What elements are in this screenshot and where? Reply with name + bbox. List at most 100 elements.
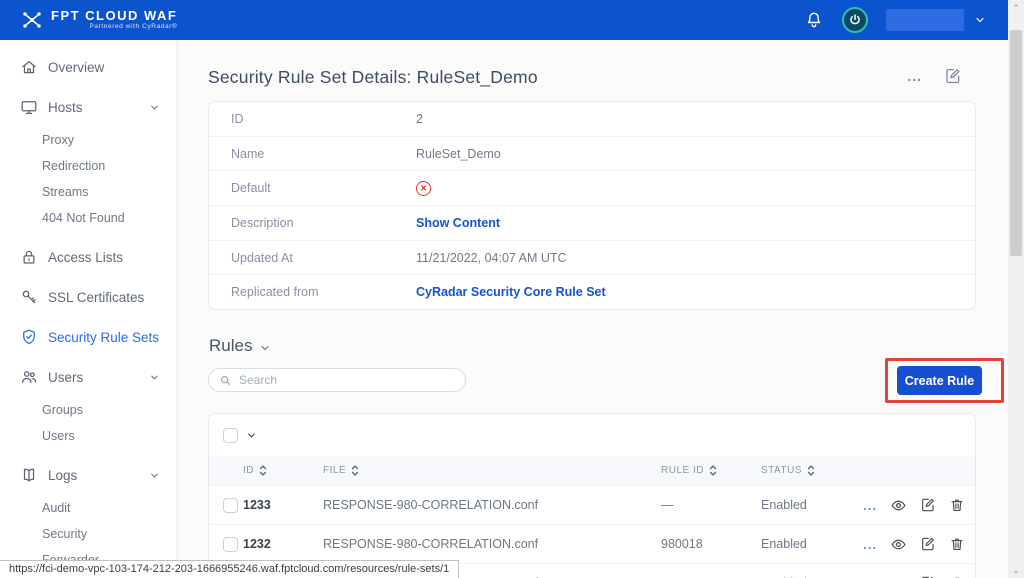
show-content-link[interactable]: Show Content (416, 216, 500, 230)
chevron-down-icon (259, 342, 271, 354)
view-rule-icon[interactable] (890, 575, 907, 578)
row-more-button[interactable]: ... (863, 498, 877, 513)
column-header-file[interactable]: FILE (323, 464, 661, 477)
ruleset-details-card: ID 2 Name RuleSet_Demo Default ✕ Descrip… (208, 101, 976, 310)
sidebar-item-access-lists[interactable]: Access Lists (0, 237, 176, 277)
bulk-actions-chevron-icon[interactable] (246, 430, 257, 441)
sort-icon (351, 464, 359, 477)
detail-row-updated-at: Updated At 11/21/2022, 04:07 AM UTC (209, 241, 975, 276)
view-rule-icon[interactable] (890, 536, 907, 553)
sort-icon (807, 464, 815, 477)
home-icon (20, 58, 38, 76)
more-options-button[interactable]: ... (907, 68, 922, 84)
logo-title: FPT CLOUD WAF (51, 9, 177, 22)
sidebar-item-label: Proxy (42, 133, 74, 147)
column-label: FILE (323, 465, 346, 476)
page-title: Security Rule Set Details: RuleSet_Demo (208, 67, 538, 88)
lock-icon (20, 248, 38, 266)
user-account-menu[interactable] (886, 9, 986, 31)
edit-ruleset-icon[interactable] (944, 67, 962, 85)
sidebar-item-users-group[interactable]: Users (0, 357, 176, 397)
column-label: RULE ID (661, 465, 704, 476)
row-checkbox[interactable] (223, 537, 238, 552)
logo-subtitle: Partnered with CyRadar® (51, 24, 177, 31)
rules-table-card: ID FILE RULE ID STATUS 1233 RESPONSE-980… (208, 413, 976, 578)
detail-label: Updated At (231, 251, 416, 265)
sidebar-item-logs[interactable]: Logs (0, 455, 176, 495)
column-header-rule-id[interactable]: RULE ID (661, 464, 761, 477)
notification-bell-icon[interactable] (804, 10, 824, 30)
shield-check-icon (20, 328, 38, 346)
sidebar-item-groups[interactable]: Groups (0, 397, 176, 423)
search-input[interactable] (239, 373, 455, 387)
chevron-down-icon (149, 102, 160, 113)
top-header-bar: FPT CLOUD WAF Partnered with CyRadar® (0, 0, 1008, 40)
sidebar-item-label: Streams (42, 185, 89, 199)
sidebar-item-proxy[interactable]: Proxy (0, 127, 176, 153)
column-header-id[interactable]: ID (243, 464, 323, 477)
row-checkbox[interactable] (223, 498, 238, 513)
power-logout-button[interactable] (842, 7, 868, 33)
default-false-icon: ✕ (416, 181, 431, 196)
scroll-up-icon[interactable]: ⌃ (1012, 0, 1020, 16)
detail-label: Default (231, 181, 416, 195)
delete-rule-icon[interactable] (949, 536, 965, 552)
detail-row-id: ID 2 (209, 102, 975, 137)
replicated-from-link[interactable]: CyRadar Security Core Rule Set (416, 285, 606, 299)
sidebar-item-streams[interactable]: Streams (0, 179, 176, 205)
app-logo: FPT CLOUD WAF Partnered with CyRadar® (20, 8, 177, 32)
sidebar-item-security-rule-sets[interactable]: Security Rule Sets (0, 317, 176, 357)
rules-heading-label: Rules (209, 336, 252, 356)
sidebar-item-label: Security (42, 527, 87, 541)
delete-rule-icon[interactable] (949, 497, 965, 513)
scroll-down-icon[interactable]: ⌄ (1012, 562, 1020, 578)
sidebar-item-audit[interactable]: Audit (0, 495, 176, 521)
column-label: STATUS (761, 465, 802, 476)
sidebar-item-users[interactable]: Users (0, 423, 176, 449)
select-all-checkbox[interactable] (223, 428, 238, 443)
sidebar-item-hosts[interactable]: Hosts (0, 87, 176, 127)
rules-section-heading[interactable]: Rules (209, 336, 271, 356)
row-more-button[interactable]: ... (863, 537, 877, 552)
create-rule-button[interactable]: Create Rule (897, 366, 982, 395)
edit-rule-icon[interactable] (920, 497, 936, 513)
detail-value: RuleSet_Demo (416, 147, 501, 161)
browser-scrollbar[interactable]: ⌃ ⌄ (1008, 0, 1024, 578)
sidebar-item-label: Overview (48, 60, 160, 75)
sidebar-item-overview[interactable]: Overview (0, 47, 176, 87)
sidebar-item-label: Hosts (48, 100, 149, 115)
sidebar-nav: Overview Hosts Proxy Redirection Streams… (0, 40, 176, 578)
cell-rule-id: — (661, 498, 761, 512)
sidebar-item-ssl-certificates[interactable]: SSL Certificates (0, 277, 176, 317)
monitor-icon (20, 98, 38, 116)
cell-file: RESPONSE-980-CORRELATION.conf (323, 537, 661, 551)
key-icon (20, 288, 38, 306)
detail-row-default: Default ✕ (209, 171, 975, 206)
cell-id: 1232 (243, 537, 323, 551)
sort-icon (259, 464, 267, 477)
cell-rule-id: 980018 (661, 537, 761, 551)
sidebar-item-404-not-found[interactable]: 404 Not Found (0, 205, 176, 231)
sidebar-item-redirection[interactable]: Redirection (0, 153, 176, 179)
detail-row-name: Name RuleSet_Demo (209, 137, 975, 172)
sidebar-item-label: Users (48, 370, 149, 385)
view-rule-icon[interactable] (890, 497, 907, 514)
column-header-status[interactable]: STATUS (761, 464, 861, 477)
sidebar-item-label: Users (42, 429, 75, 443)
detail-row-description: Description Show Content (209, 206, 975, 241)
table-row: 1232 RESPONSE-980-CORRELATION.conf 98001… (209, 524, 975, 563)
chevron-down-icon (149, 372, 160, 383)
sidebar-item-label: 404 Not Found (42, 211, 125, 225)
cell-status: Enabled (761, 537, 861, 551)
detail-value: 11/21/2022, 04:07 AM UTC (416, 251, 567, 265)
cell-status: Enabled (761, 498, 861, 512)
scrollbar-thumb[interactable] (1010, 30, 1022, 256)
users-icon (20, 368, 38, 386)
edit-rule-icon[interactable] (920, 536, 936, 552)
sidebar-item-label: Groups (42, 403, 83, 417)
sidebar-item-security-log[interactable]: Security (0, 521, 176, 547)
detail-label: Name (231, 147, 416, 161)
sort-icon (709, 464, 717, 477)
rules-search (208, 368, 466, 392)
bulk-actions-row (209, 414, 975, 456)
